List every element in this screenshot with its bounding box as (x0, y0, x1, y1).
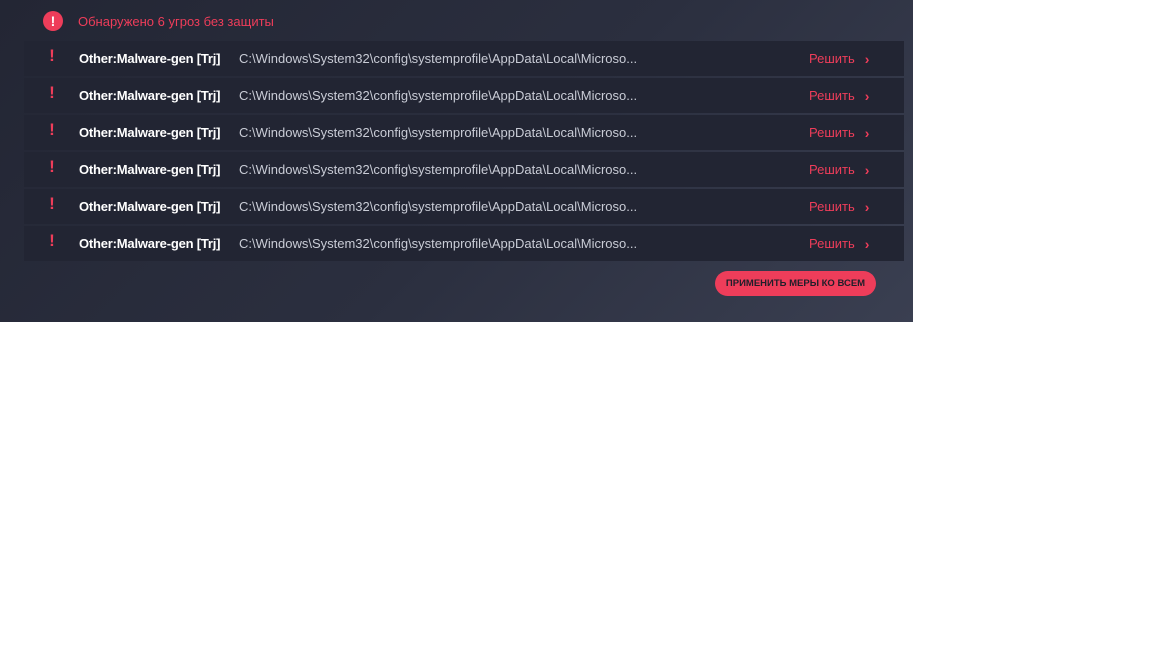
resolve-button[interactable]: Решить › (809, 162, 869, 178)
resolve-button[interactable]: Решить › (809, 199, 869, 215)
chevron-right-icon: › (864, 50, 870, 67)
threat-path: C:\Windows\System32\config\systemprofile… (239, 236, 638, 251)
threat-name: Other:Malware-gen [Trj] (79, 125, 221, 140)
threat-name: Other:Malware-gen [Trj] (79, 236, 221, 251)
chevron-right-icon: › (864, 235, 870, 252)
resolve-label: Решить (809, 51, 855, 66)
resolve-button[interactable]: Решить › (809, 88, 869, 104)
threat-path: C:\Windows\System32\config\systemprofile… (239, 88, 638, 103)
alert-circle-icon: ! (43, 11, 63, 31)
exclamation-icon: ! (49, 46, 55, 65)
threat-name: Other:Malware-gen [Trj] (79, 199, 221, 214)
threats-panel: ! Обнаружено 6 угроз без защиты ! Other:… (0, 0, 913, 322)
exclamation-icon: ! (49, 231, 55, 250)
resolve-button[interactable]: Решить › (809, 236, 869, 252)
resolve-label: Решить (809, 199, 855, 214)
exclamation-icon: ! (49, 194, 55, 213)
apply-all-button[interactable]: ПРИМЕНИТЬ МЕРЫ КО ВСЕМ (715, 271, 876, 296)
threat-path: C:\Windows\System32\config\systemprofile… (239, 125, 638, 140)
threat-list: ! Other:Malware-gen [Trj] C:\Windows\Sys… (24, 41, 904, 263)
resolve-label: Решить (809, 236, 855, 251)
threat-name: Other:Malware-gen [Trj] (79, 88, 221, 103)
resolve-label: Решить (809, 125, 855, 140)
threats-title: Обнаружено 6 угроз без защиты (78, 13, 274, 29)
threat-row: ! Other:Malware-gen [Trj] C:\Windows\Sys… (24, 226, 904, 261)
exclamation-icon: ! (49, 83, 55, 102)
chevron-right-icon: › (864, 87, 870, 104)
threat-row: ! Other:Malware-gen [Trj] C:\Windows\Sys… (24, 189, 904, 224)
threat-path: C:\Windows\System32\config\systemprofile… (239, 162, 638, 177)
chevron-right-icon: › (864, 161, 870, 178)
resolve-label: Решить (809, 88, 855, 103)
exclamation-icon: ! (49, 120, 55, 139)
resolve-button[interactable]: Решить › (809, 51, 869, 67)
exclamation-icon: ! (49, 157, 55, 176)
threat-path: C:\Windows\System32\config\systemprofile… (239, 199, 638, 214)
resolve-label: Решить (809, 162, 855, 177)
threat-row: ! Other:Malware-gen [Trj] C:\Windows\Sys… (24, 78, 904, 113)
threat-row: ! Other:Malware-gen [Trj] C:\Windows\Sys… (24, 115, 904, 150)
chevron-right-icon: › (864, 124, 870, 141)
threats-header: ! Обнаружено 6 угроз без защиты (43, 11, 274, 31)
threat-name: Other:Malware-gen [Trj] (79, 162, 221, 177)
resolve-button[interactable]: Решить › (809, 125, 869, 141)
threat-path: C:\Windows\System32\config\systemprofile… (239, 51, 638, 66)
threat-row: ! Other:Malware-gen [Trj] C:\Windows\Sys… (24, 41, 904, 76)
threat-row: ! Other:Malware-gen [Trj] C:\Windows\Sys… (24, 152, 904, 187)
threat-name: Other:Malware-gen [Trj] (79, 51, 221, 66)
chevron-right-icon: › (864, 198, 870, 215)
